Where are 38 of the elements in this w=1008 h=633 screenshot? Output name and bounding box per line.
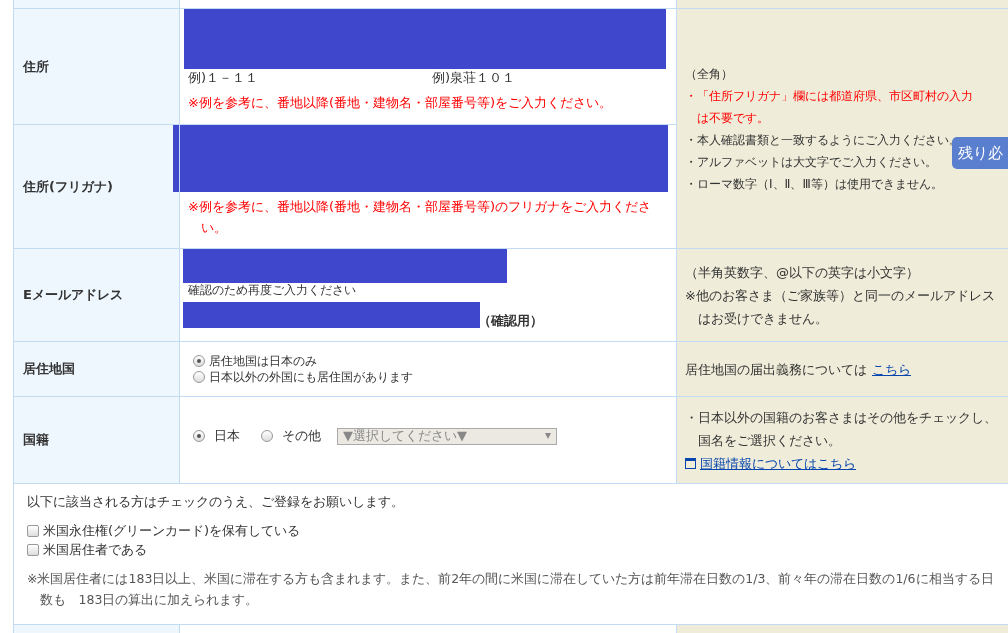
radio-button[interactable] [193, 355, 205, 367]
warning-text: ※例を参考に、番地以降(番地・建物名・部屋番号等)をご入力ください。 [188, 94, 614, 112]
note-text: ・「住所フリガナ」欄には都道府県、市区町村の入力は不要です。 [685, 87, 974, 127]
radio-button[interactable] [193, 371, 205, 383]
window-icon [685, 457, 696, 469]
radio-button[interactable] [193, 430, 205, 442]
hint-text: 確認のため再度ご入力ください [188, 283, 357, 297]
link[interactable]: こちら [872, 361, 911, 377]
note-text: 居住地国の届出義務については [685, 361, 867, 377]
caret-icon [545, 433, 551, 439]
checkbox-label: 米国居住者である [43, 541, 147, 559]
field-label: 住所 [23, 58, 49, 74]
option-label: その他 [282, 428, 321, 444]
checkbox[interactable] [27, 543, 39, 556]
note-text: （半角英数字、@以下の英字は小文字） [685, 263, 920, 282]
note-text: （全角） [685, 65, 733, 83]
note-text: ・アルファベットは大文字でご入力ください。 [685, 153, 937, 171]
confirm-label: （確認用） [478, 314, 543, 328]
field-label: 居住地国 [23, 361, 75, 376]
note-text: ・日本以外の国籍のお客さまはその他をチェックし、国名をご選択ください。 [685, 408, 998, 450]
option-label: 日本以外の外国にも居住国があります [209, 369, 413, 385]
field-label: 国籍 [23, 432, 49, 447]
field-label: 住所(フリガナ) [23, 178, 113, 194]
link[interactable]: 国籍情報についてはこちら [700, 451, 856, 475]
warning-text: ※例を参考に、番地以降(番地・建物名・部屋番号等)のフリガナをご入力ください。 [188, 198, 653, 237]
footnote-text: ※米国居住者には183日以上、米国に滞在する方も含まれます。また、前2年の間に米国に滞在していた方は前年滞在日数の1/3、前々年の滞在日数の1/6に相当する日数も 183日の算出に加えられます。 [27, 570, 995, 609]
field-label: Eメールアドレス [23, 287, 123, 302]
radio-button[interactable] [261, 430, 273, 442]
option-label: 居住地国は日本のみ [209, 353, 317, 369]
remaining-button[interactable]: 残り必 [952, 137, 1008, 169]
note-text: ・ローマ数字（Ⅰ、Ⅱ、Ⅲ等）は使用できません。 [685, 175, 943, 193]
intro-text: 以下に該当される方はチェックのうえ、ご登録をお願いします。 [27, 494, 405, 510]
checkbox[interactable] [27, 524, 39, 537]
note-text: ※他のお客さま（ご家族等）と同一のメールアドレスはお受けできません。 [685, 286, 996, 328]
option-label: 日本 [214, 428, 240, 444]
example-text: 例)１－１１ [188, 70, 260, 86]
example-text: 例)泉荘１０１ [432, 70, 517, 86]
checkbox-label: 米国永住権(グリーンカード)を保有している [43, 522, 301, 540]
